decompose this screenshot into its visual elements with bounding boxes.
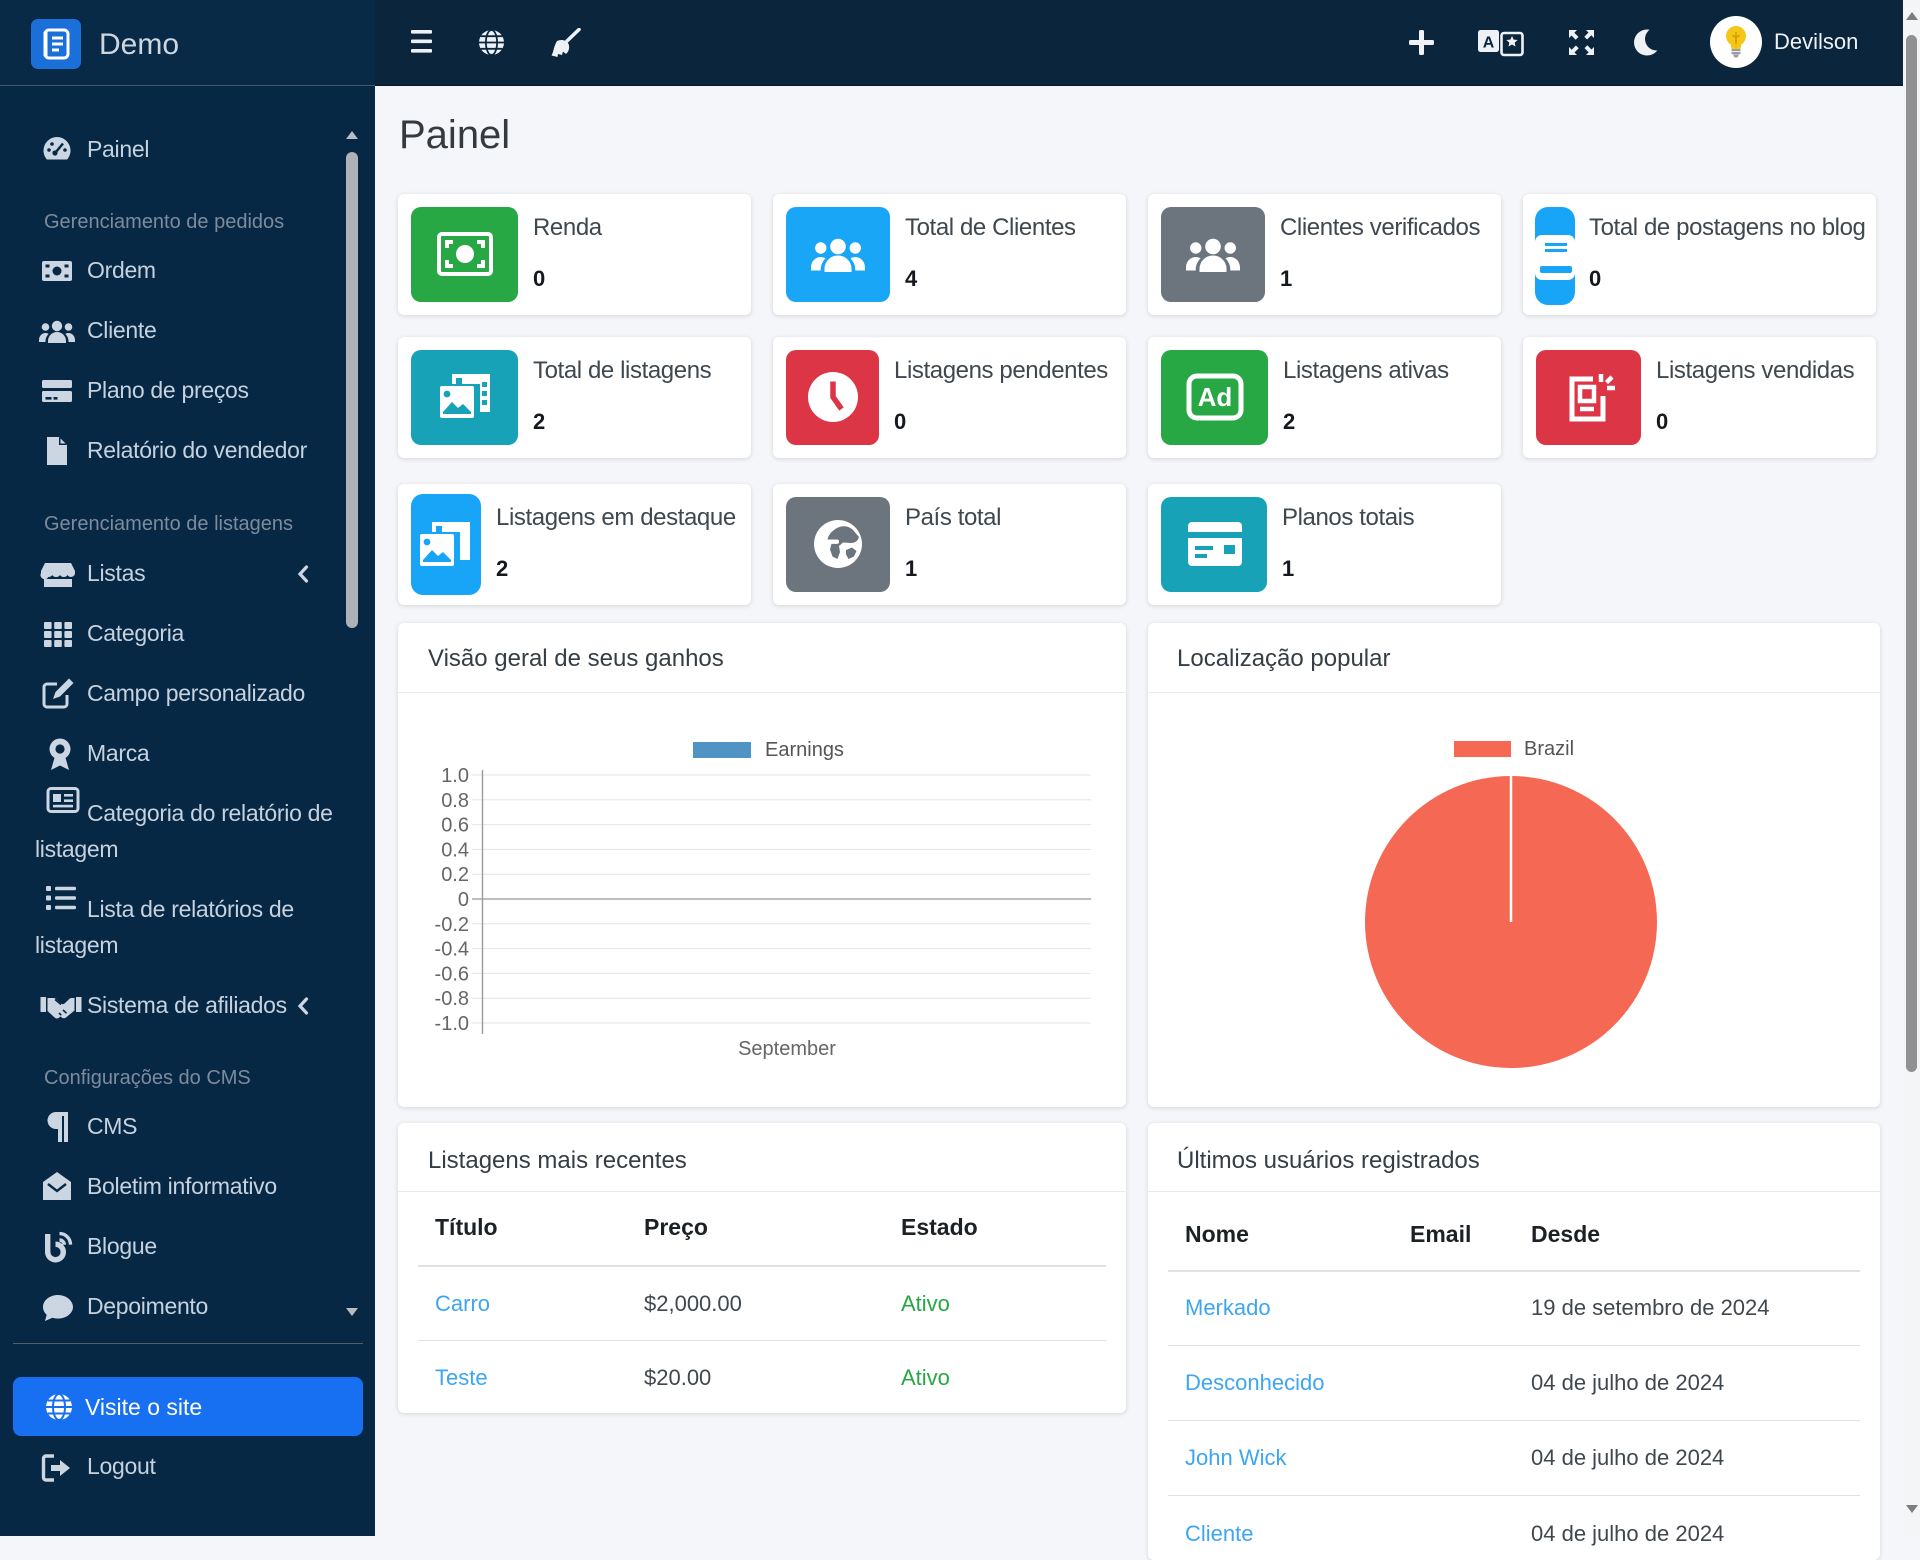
svg-text:September: September (738, 1038, 836, 1060)
svg-text:Ad: Ad (1198, 382, 1233, 412)
svg-text:Brazil: Brazil (1524, 738, 1574, 760)
svg-text:0.8: 0.8 (441, 790, 469, 812)
svg-text:-0.4: -0.4 (435, 939, 469, 961)
svg-text:0.4: 0.4 (441, 839, 469, 861)
svg-text:Earnings: Earnings (765, 739, 844, 761)
svg-text:0.6: 0.6 (441, 815, 469, 837)
svg-text:-0.8: -0.8 (435, 988, 469, 1010)
svg-text:A: A (1483, 35, 1495, 52)
svg-text:0: 0 (458, 889, 469, 911)
svg-text:-0.6: -0.6 (435, 963, 469, 985)
svg-text:-1.0: -1.0 (435, 1013, 469, 1035)
svg-text:-0.2: -0.2 (435, 914, 469, 936)
svg-text:1.0: 1.0 (441, 765, 469, 787)
svg-text:0.2: 0.2 (441, 864, 469, 886)
